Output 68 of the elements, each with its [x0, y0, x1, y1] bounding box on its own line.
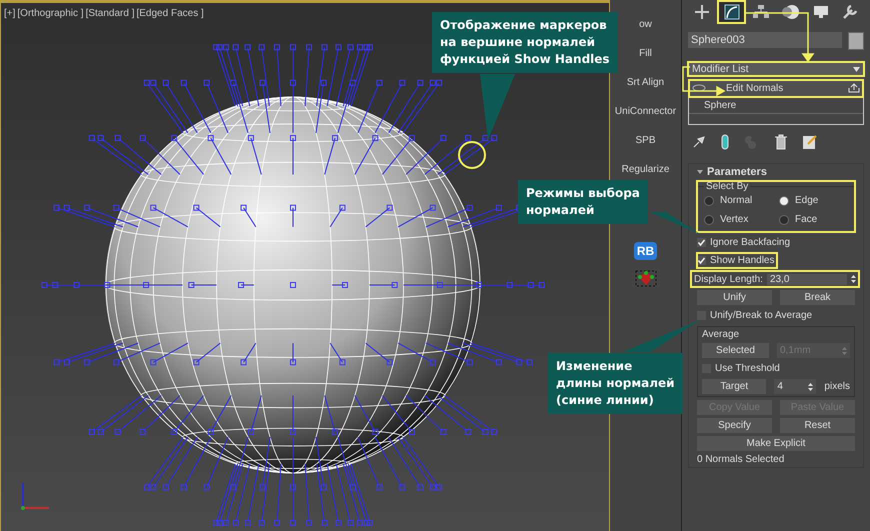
- color-swatch[interactable]: [848, 32, 864, 50]
- script-button[interactable]: UniConnector: [612, 97, 678, 126]
- viewport-label[interactable]: [Edged Faces ]: [136, 8, 204, 19]
- panel-button[interactable]: Break: [780, 290, 855, 305]
- script-button[interactable]: Srt Align: [624, 68, 666, 97]
- test-tube-icon[interactable]: [720, 134, 730, 150]
- connector-arrow: [744, 12, 814, 62]
- stack-pin-icon[interactable]: [848, 83, 860, 93]
- panel-button[interactable]: Specify: [697, 418, 772, 433]
- callout-pointer: [480, 74, 515, 140]
- ball-icon: [782, 3, 800, 21]
- collapse-caret-icon[interactable]: [697, 170, 703, 174]
- spinner-arrows-icon[interactable]: [851, 275, 856, 283]
- script-button[interactable]: Fill: [637, 39, 654, 68]
- axis-gizmo-icon: [21, 483, 49, 510]
- radio-button[interactable]: [704, 214, 714, 224]
- arc-tab[interactable]: [718, 1, 746, 23]
- target-button[interactable]: Target: [702, 379, 766, 394]
- object-name-field[interactable]: Sphere003: [688, 32, 842, 48]
- viewport-label[interactable]: [Orthographic ]: [17, 8, 84, 19]
- modifier-list-dropdown[interactable]: Modifier List: [688, 62, 864, 76]
- trash-icon[interactable]: [774, 134, 788, 150]
- radio-option[interactable]: Vertex: [704, 211, 773, 228]
- viewport-label[interactable]: [+]: [4, 8, 16, 19]
- script-button[interactable]: SPB: [633, 126, 658, 155]
- checkbox-option[interactable]: Ignore Backfacing: [697, 235, 794, 250]
- wrench-icon: [841, 3, 860, 21]
- checkbox-option[interactable]: Use Threshold: [702, 361, 783, 376]
- rollout-title[interactable]: Parameters: [707, 166, 767, 178]
- radio-option[interactable]: Normal: [704, 192, 773, 209]
- checkbox[interactable]: [697, 238, 706, 247]
- radio-button[interactable]: [779, 214, 789, 224]
- eye-icon[interactable]: [692, 84, 706, 92]
- plus-icon: [692, 3, 711, 21]
- make-explicit-button[interactable]: Make Explicit: [697, 436, 855, 451]
- pixels-spinner[interactable]: 4: [774, 379, 816, 394]
- checkbox-option[interactable]: Show Handles: [697, 253, 778, 268]
- radio-option[interactable]: Face: [779, 211, 848, 228]
- arc-icon: [722, 3, 740, 21]
- monitor-icon: [812, 3, 830, 21]
- stack-item[interactable]: Edit Normals: [689, 80, 863, 97]
- panel-button[interactable]: Unify: [697, 290, 772, 305]
- group-title: Average: [702, 329, 740, 340]
- pin-icon[interactable]: [692, 135, 706, 149]
- unit-label: pixels: [824, 381, 850, 392]
- display-length-spinner[interactable]: Display Length: 23,0: [691, 271, 859, 287]
- selection-status: 0 Normals Selected: [697, 454, 786, 465]
- group-title: Select By: [705, 181, 750, 192]
- checkbox[interactable]: [697, 256, 706, 265]
- radio-button[interactable]: [704, 196, 714, 206]
- highlight-circle: [458, 141, 486, 169]
- callout-pointer: [650, 212, 700, 234]
- viewport-label[interactable]: [Standard ]: [86, 8, 134, 19]
- radio-button[interactable]: [779, 196, 789, 206]
- caret-icon: [853, 66, 860, 72]
- edit-sheet-icon[interactable]: [802, 134, 818, 150]
- checkbox[interactable]: [697, 311, 706, 320]
- tree-icon: [752, 3, 770, 21]
- spinner-arrows-icon[interactable]: [808, 382, 814, 390]
- rb-icon[interactable]: RB: [634, 242, 658, 260]
- cubes-icon[interactable]: [634, 268, 656, 288]
- checkbox-option[interactable]: Unify/Break to Average: [697, 308, 816, 323]
- callout-note: Режимы выбора нормалей: [518, 180, 648, 224]
- script-button[interactable]: ow: [637, 10, 654, 39]
- stack-item[interactable]: Sphere: [689, 97, 863, 114]
- radio-option[interactable]: Edge: [779, 192, 848, 209]
- selected-button[interactable]: Selected: [702, 343, 769, 358]
- panel-button[interactable]: Reset: [780, 418, 855, 433]
